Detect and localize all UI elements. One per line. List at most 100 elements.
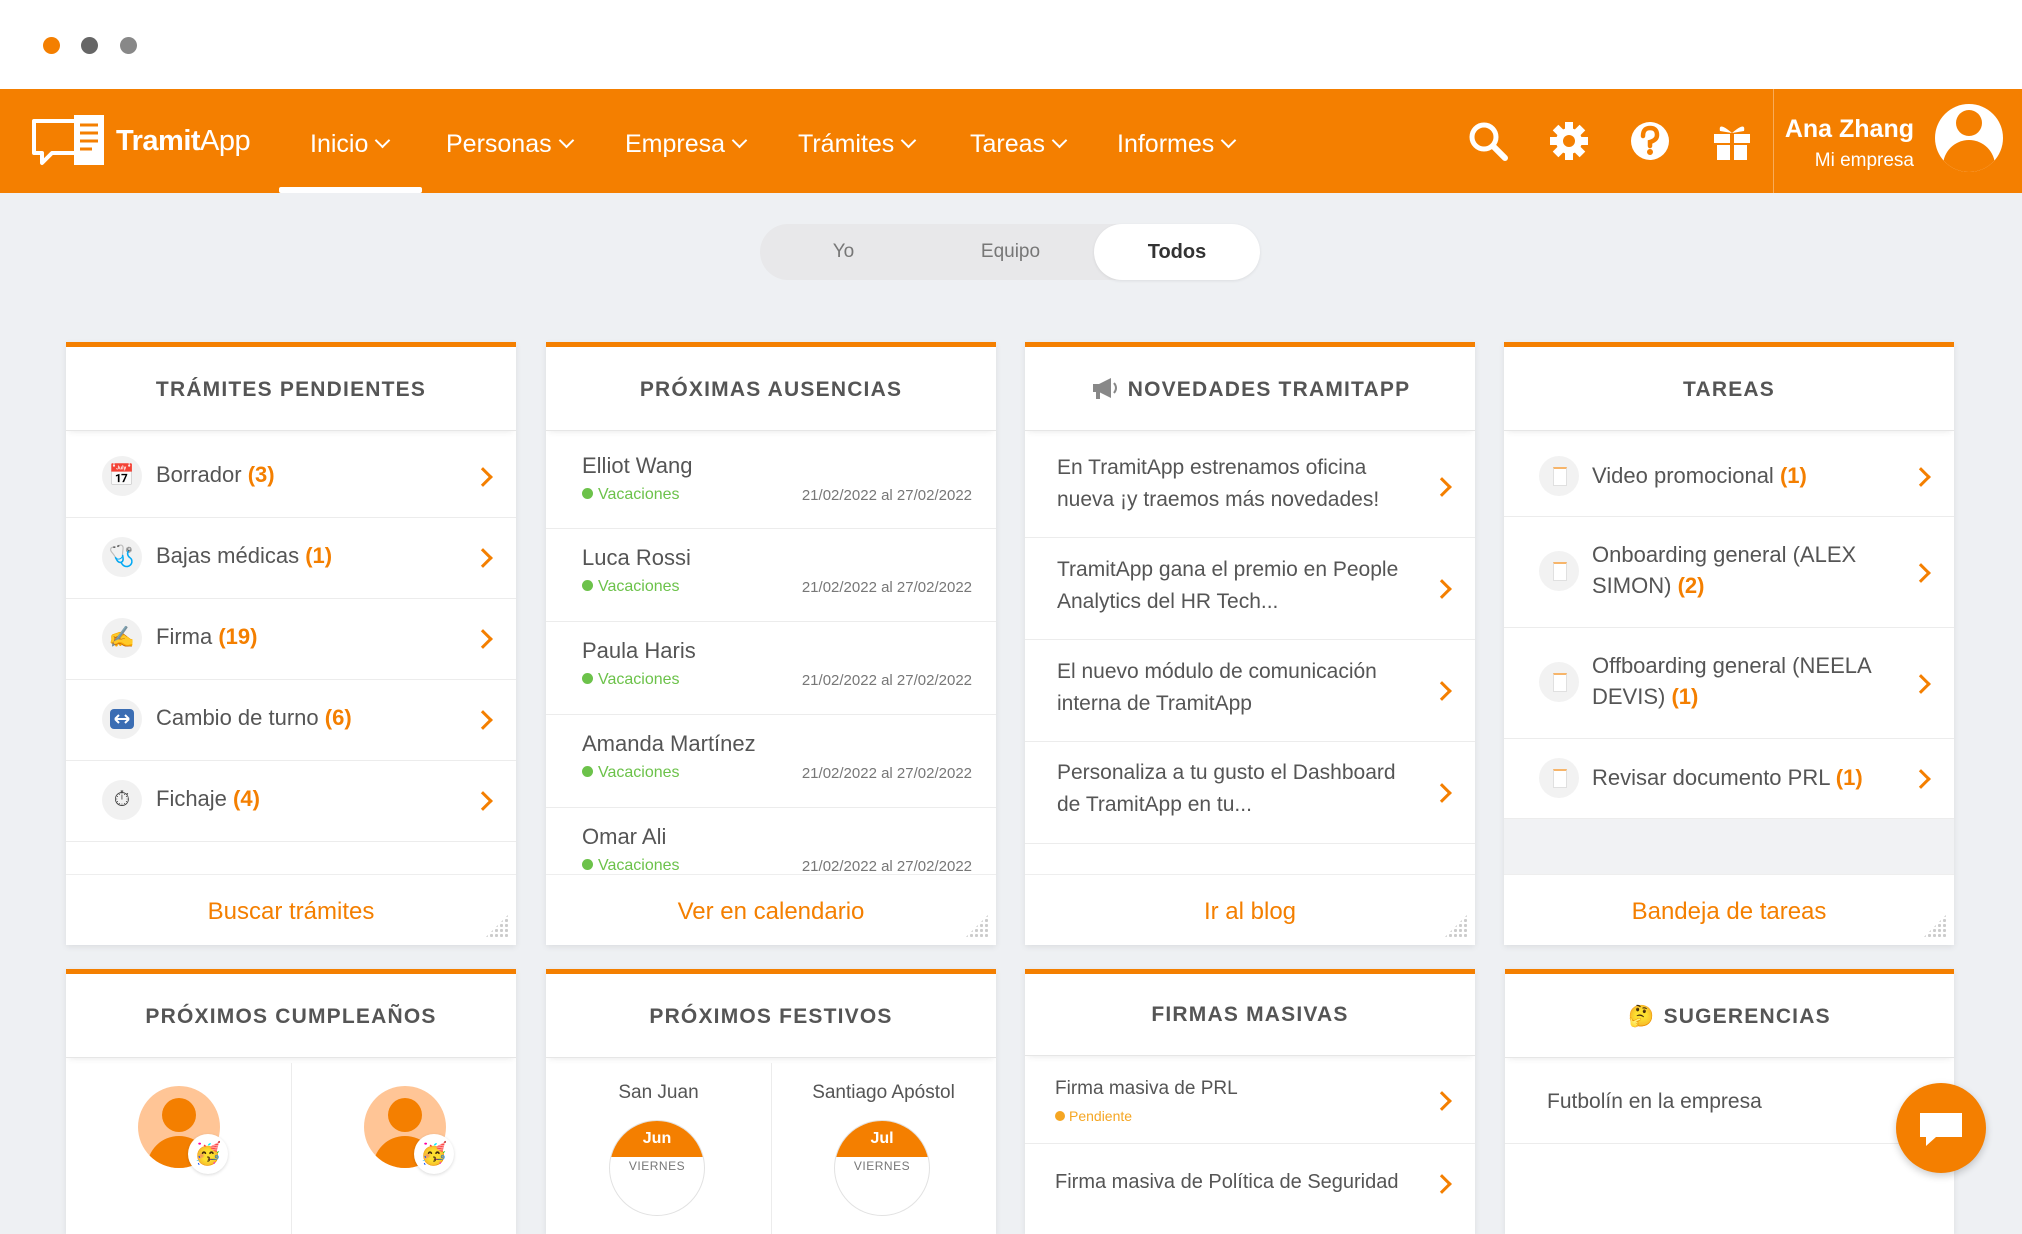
ir-al-blog-link[interactable]: Ir al blog bbox=[1025, 874, 1475, 945]
chevron-down-icon bbox=[901, 132, 917, 149]
swap-icon bbox=[102, 699, 142, 739]
firma-masiva-row[interactable]: Firma masiva de PRL Pendiente bbox=[1025, 1062, 1475, 1144]
task-row[interactable]: Revisar documento PRL (1) bbox=[1504, 738, 1954, 819]
absence-type-badge: Vacaciones bbox=[582, 764, 680, 782]
chevron-down-icon bbox=[1220, 132, 1237, 149]
task-row[interactable]: Offboarding general (NEELA DEVIS) (1) bbox=[1504, 627, 1954, 739]
calendar-icon: 📅 bbox=[102, 456, 142, 496]
firmas-masivas-card: FIRMAS MASIVAS Firma masiva de PRL Pendi… bbox=[1025, 969, 1475, 1234]
tramitapp-logo[interactable]: TramitApp bbox=[30, 111, 251, 175]
chevron-down-icon bbox=[1051, 132, 1068, 149]
window-chrome bbox=[0, 0, 2022, 89]
chevron-right-icon bbox=[473, 467, 493, 487]
window-maximize-dot[interactable] bbox=[120, 37, 137, 54]
novedades-card: NOVEDADES TRAMITAPP En TramitApp estrena… bbox=[1025, 342, 1475, 945]
help-icon[interactable] bbox=[1628, 119, 1672, 163]
tramite-row-firma[interactable]: ✍ Firma (19) bbox=[66, 598, 516, 680]
nav-personas[interactable]: Personas bbox=[446, 89, 574, 193]
stopwatch-icon: ⏱ bbox=[102, 780, 142, 820]
user-company[interactable]: Mi empresa bbox=[1815, 150, 1914, 172]
news-item[interactable]: El nuevo módulo de comunicación interna … bbox=[1025, 639, 1475, 742]
chevron-down-icon bbox=[558, 132, 574, 149]
tramites-pendientes-card: TRÁMITES PENDIENTES 📅 Borrador (3) 🩺 Baj… bbox=[66, 342, 516, 945]
chevron-right-icon bbox=[1432, 579, 1452, 599]
window-minimize-dot[interactable] bbox=[81, 37, 98, 54]
absence-row[interactable]: Paula Haris Vacaciones 21/02/2022 al 27/… bbox=[546, 621, 996, 715]
sugerencias-card: 🤔 SUGERENCIAS Futbolín en la empresa bbox=[1505, 969, 1954, 1234]
chevron-right-icon bbox=[1432, 783, 1452, 803]
task-row[interactable]: Video promocional (1) bbox=[1504, 436, 1954, 517]
task-list-empty-area bbox=[1504, 819, 1954, 874]
signature-icon: ✍ bbox=[102, 618, 142, 658]
pending-status-badge: Pendiente bbox=[1055, 1108, 1132, 1124]
holiday-calendar-icon[interactable]: Jul VIERNES bbox=[834, 1120, 930, 1216]
chevron-right-icon bbox=[473, 629, 493, 649]
scope-tab-yo[interactable]: Yo bbox=[760, 224, 927, 280]
scope-tab-todos[interactable]: Todos bbox=[1094, 224, 1260, 280]
logo-chat-icon bbox=[32, 115, 104, 165]
thinking-face-icon: 🤔 bbox=[1628, 1005, 1656, 1028]
tramite-row-bajas-medicas[interactable]: 🩺 Bajas médicas (1) bbox=[66, 517, 516, 599]
chevron-right-icon bbox=[473, 791, 493, 811]
card-title: PRÓXIMOS FESTIVOS bbox=[546, 974, 996, 1058]
window-close-dot[interactable] bbox=[43, 37, 60, 54]
chevron-right-icon bbox=[1911, 563, 1931, 583]
user-name[interactable]: Ana Zhang bbox=[1785, 115, 1914, 144]
nav-empresa[interactable]: Empresa bbox=[625, 89, 748, 193]
card-title: PRÓXIMOS CUMPLEAÑOS bbox=[66, 974, 516, 1058]
tramite-row-cambio-turno[interactable]: Cambio de turno (6) bbox=[66, 679, 516, 761]
firma-masiva-row[interactable]: Firma masiva de Política de Seguridad bbox=[1025, 1143, 1475, 1224]
chevron-right-icon bbox=[1911, 769, 1931, 789]
news-item[interactable]: TramitApp gana el premio en People Analy… bbox=[1025, 537, 1475, 640]
search-icon[interactable] bbox=[1466, 119, 1510, 163]
document-icon bbox=[1539, 551, 1579, 591]
card-title: NOVEDADES TRAMITAPP bbox=[1025, 347, 1475, 431]
nav-informes[interactable]: Informes bbox=[1117, 89, 1237, 193]
card-title: FIRMAS MASIVAS bbox=[1025, 974, 1475, 1056]
logo-text: TramitApp bbox=[116, 125, 251, 157]
proximos-festivos-card: PRÓXIMOS FESTIVOS San Juan Jun VIERNES S… bbox=[546, 969, 996, 1234]
column-divider bbox=[291, 1063, 292, 1234]
nav-inicio[interactable]: Inicio bbox=[310, 89, 391, 193]
nav-tareas[interactable]: Tareas bbox=[970, 89, 1068, 193]
top-navbar: TramitApp Inicio Personas Empresa Trámit… bbox=[0, 89, 2022, 193]
tareas-card: TAREAS Video promocional (1) Onboarding … bbox=[1504, 342, 1954, 945]
absence-row[interactable]: Amanda Martínez Vacaciones 21/02/2022 al… bbox=[546, 714, 996, 808]
buscar-tramites-link[interactable]: Buscar trámites bbox=[66, 874, 516, 945]
gift-icon[interactable] bbox=[1710, 119, 1754, 163]
chat-button[interactable] bbox=[1896, 1083, 1986, 1173]
chevron-right-icon bbox=[1432, 477, 1452, 497]
news-item[interactable]: En TramitApp estrenamos oficina nueva ¡y… bbox=[1025, 436, 1475, 538]
party-face-icon: 🥳 bbox=[188, 1134, 228, 1174]
ver-calendario-link[interactable]: Ver en calendario bbox=[546, 874, 996, 945]
card-title: 🤔 SUGERENCIAS bbox=[1505, 974, 1954, 1058]
proximas-ausencias-card: PRÓXIMAS AUSENCIAS Elliot Wang Vacacione… bbox=[546, 342, 996, 945]
task-row[interactable]: Onboarding general (ALEX SIMON) (2) bbox=[1504, 516, 1954, 628]
scope-tab-equipo[interactable]: Equipo bbox=[927, 224, 1094, 280]
holiday-calendar-icon[interactable]: Jun VIERNES bbox=[609, 1120, 705, 1216]
chevron-right-icon bbox=[1911, 467, 1931, 487]
suggestion-row[interactable]: Futbolín en la empresa bbox=[1505, 1063, 1954, 1144]
nav-active-indicator bbox=[279, 187, 422, 193]
megaphone-icon bbox=[1090, 347, 1120, 433]
document-icon bbox=[1539, 662, 1579, 702]
chevron-right-icon bbox=[1911, 674, 1931, 694]
absence-row[interactable]: Elliot Wang Vacaciones 21/02/2022 al 27/… bbox=[546, 436, 996, 529]
bandeja-tareas-link[interactable]: Bandeja de tareas bbox=[1504, 874, 1954, 945]
document-icon bbox=[1539, 758, 1579, 798]
chevron-down-icon bbox=[375, 132, 391, 149]
user-avatar[interactable] bbox=[1935, 104, 2003, 172]
stethoscope-icon: 🩺 bbox=[102, 537, 142, 577]
card-title: TAREAS bbox=[1504, 347, 1954, 431]
tramite-row-borrador[interactable]: 📅 Borrador (3) bbox=[66, 436, 516, 518]
chevron-right-icon bbox=[1432, 1091, 1452, 1111]
tramite-row-fichaje[interactable]: ⏱ Fichaje (4) bbox=[66, 760, 516, 842]
chevron-right-icon bbox=[473, 548, 493, 568]
nav-tramites[interactable]: Trámites bbox=[798, 89, 917, 193]
party-face-icon: 🥳 bbox=[414, 1134, 454, 1174]
proximos-cumpleanos-card: PRÓXIMOS CUMPLEAÑOS 🥳 🥳 bbox=[66, 969, 516, 1234]
absence-type-badge: Vacaciones bbox=[582, 671, 680, 689]
gear-icon[interactable] bbox=[1547, 119, 1591, 163]
news-item[interactable]: Personaliza a tu gusto el Dashboard de T… bbox=[1025, 741, 1475, 844]
absence-row[interactable]: Luca Rossi Vacaciones 21/02/2022 al 27/0… bbox=[546, 528, 996, 622]
